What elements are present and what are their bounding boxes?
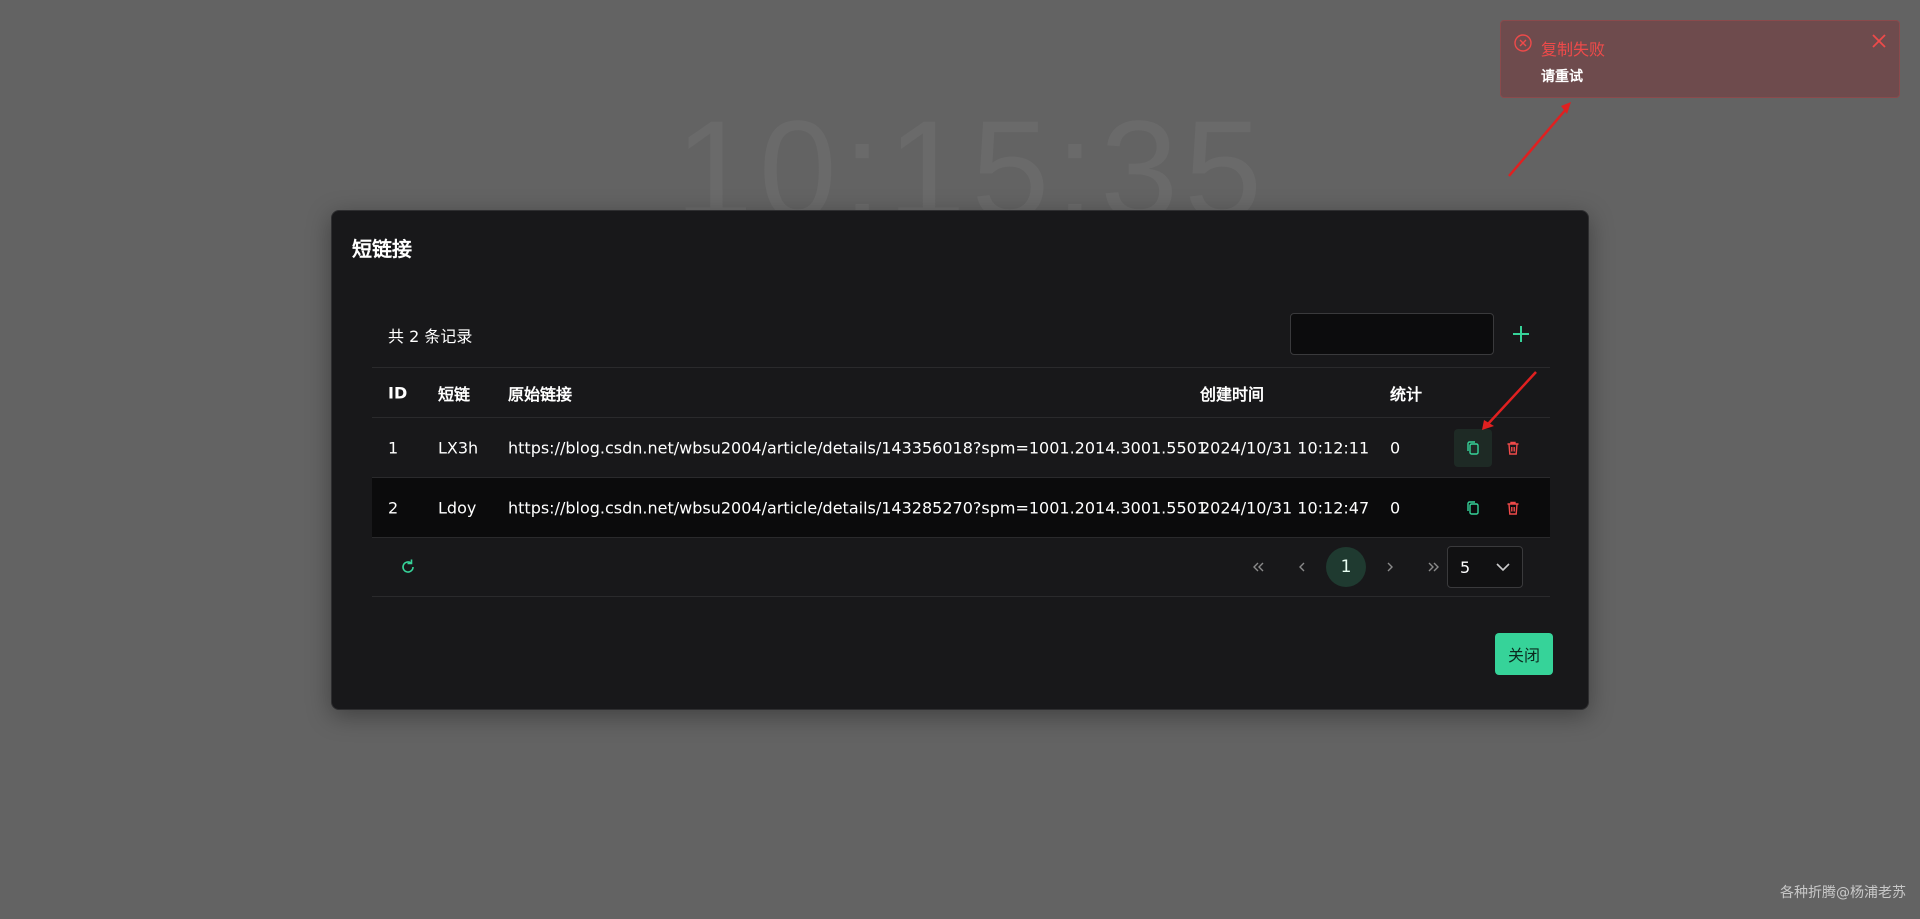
header-short: 短链 bbox=[438, 384, 471, 404]
refresh-button[interactable] bbox=[396, 555, 420, 579]
add-button[interactable] bbox=[1506, 319, 1536, 349]
chevron-down-icon bbox=[1496, 563, 1510, 572]
page-number-current[interactable]: 1 bbox=[1326, 547, 1366, 587]
chevron-right-icon bbox=[1387, 562, 1393, 572]
row-time: 2024/10/31 10:12:11 bbox=[1200, 438, 1370, 457]
toast-message: 请重试 bbox=[1541, 69, 1583, 85]
row-count: 0 bbox=[1390, 498, 1401, 517]
table-row: 2 Ldoy https://blog.csdn.net/wbsu2004/ar… bbox=[372, 477, 1550, 537]
delete-button[interactable] bbox=[1494, 489, 1532, 527]
short-link-table: ID 短链 原始链接 创建时间 统计 1 LX3h https://blog.c… bbox=[372, 367, 1550, 597]
first-page-button[interactable] bbox=[1238, 547, 1278, 587]
close-button[interactable]: 关闭 bbox=[1495, 633, 1553, 675]
double-chevron-left-icon bbox=[1253, 562, 1264, 572]
row-count: 0 bbox=[1390, 438, 1401, 457]
chevron-left-icon bbox=[1299, 562, 1305, 572]
row-url: https://blog.csdn.net/wbsu2004/article/d… bbox=[508, 498, 1207, 517]
copy-icon bbox=[1467, 500, 1479, 515]
header-id: ID bbox=[388, 383, 408, 402]
copy-button[interactable] bbox=[1454, 428, 1492, 467]
pagination-bar: 1 5 bbox=[372, 537, 1550, 597]
trash-icon bbox=[1507, 441, 1519, 455]
row-url: https://blog.csdn.net/wbsu2004/article/d… bbox=[508, 438, 1207, 457]
prev-page-button[interactable] bbox=[1282, 547, 1322, 587]
close-icon[interactable] bbox=[1869, 31, 1889, 51]
dialog-title: 短链接 bbox=[352, 237, 412, 261]
copy-icon bbox=[1467, 440, 1479, 455]
row-id: 1 bbox=[388, 438, 399, 457]
table-header: ID 短链 原始链接 创建时间 统计 bbox=[372, 367, 1550, 417]
row-short: LX3h bbox=[438, 438, 479, 457]
header-time: 创建时间 bbox=[1200, 384, 1265, 404]
row-id: 2 bbox=[388, 498, 399, 517]
search-input[interactable] bbox=[1290, 313, 1494, 355]
error-circle-icon bbox=[1514, 34, 1532, 52]
plus-icon bbox=[1513, 326, 1529, 342]
refresh-icon bbox=[402, 559, 414, 573]
annotation-arrow bbox=[1508, 102, 1571, 177]
page-size-value: 5 bbox=[1460, 557, 1471, 577]
toast-title: 复制失败 bbox=[1541, 40, 1606, 59]
double-chevron-right-icon bbox=[1428, 562, 1439, 572]
header-url: 原始链接 bbox=[508, 384, 573, 404]
next-page-button[interactable] bbox=[1370, 547, 1410, 587]
row-short: Ldoy bbox=[438, 498, 477, 517]
error-toast: 复制失败 请重试 bbox=[1500, 20, 1900, 98]
copy-button[interactable] bbox=[1454, 489, 1492, 527]
watermark: 各种折腾@杨浦老苏 bbox=[1780, 885, 1906, 901]
short-link-dialog: 短链接 共 2 条记录 ID 短链 原始链接 创建时间 统计 1 LX3h ht… bbox=[331, 210, 1589, 710]
header-count: 统计 bbox=[1390, 384, 1423, 404]
row-time: 2024/10/31 10:12:47 bbox=[1200, 498, 1370, 517]
record-count: 共 2 条记录 bbox=[388, 327, 473, 346]
trash-icon bbox=[1507, 501, 1519, 515]
delete-button[interactable] bbox=[1494, 429, 1532, 467]
page-size-select[interactable]: 5 bbox=[1447, 546, 1523, 588]
table-row: 1 LX3h https://blog.csdn.net/wbsu2004/ar… bbox=[372, 417, 1550, 477]
